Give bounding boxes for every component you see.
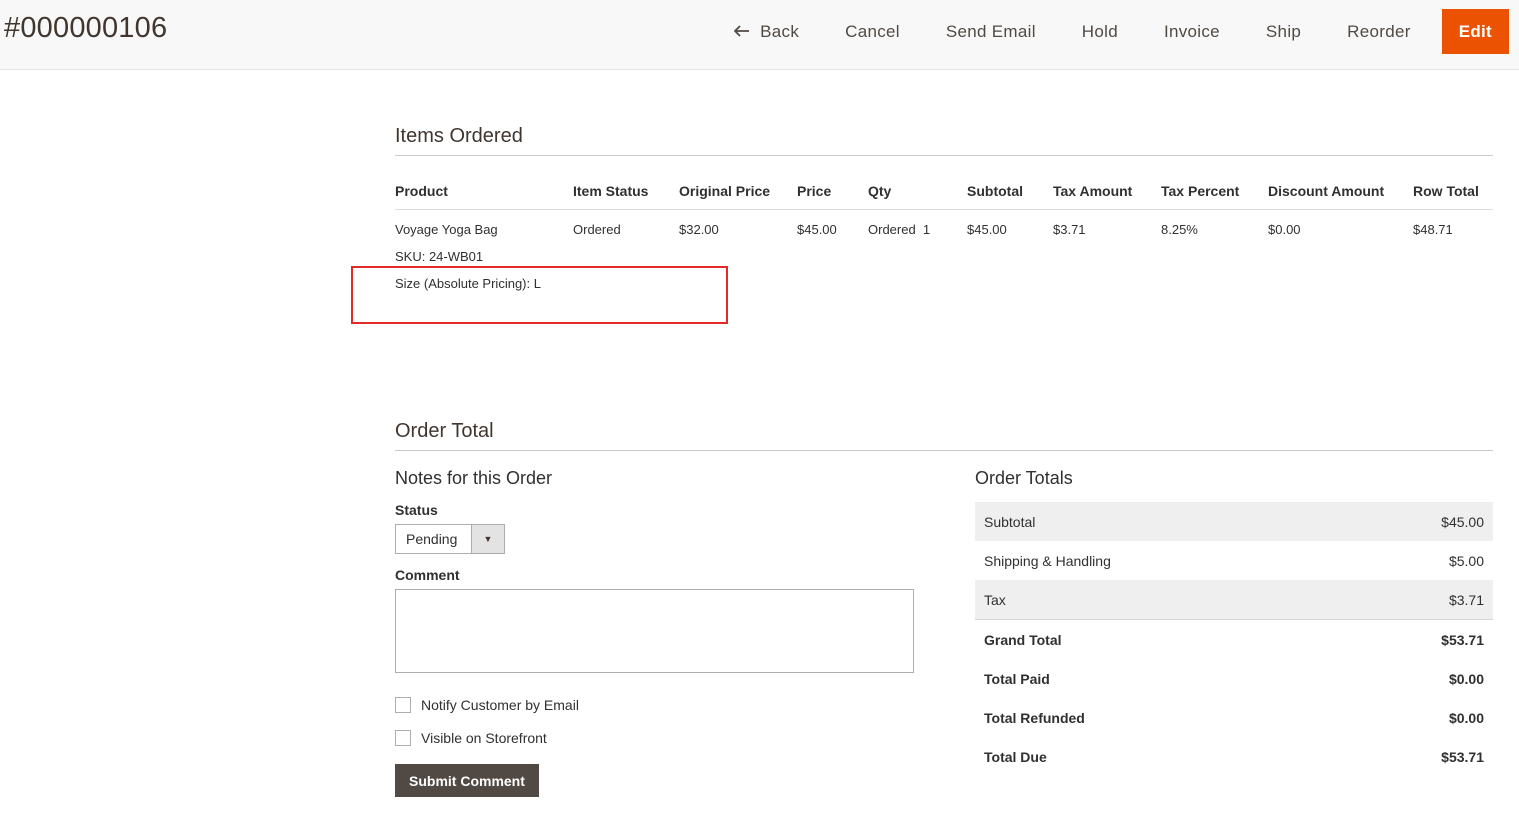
column-header: Tax Percent [1161, 182, 1240, 199]
totals-row-total-paid: Total Paid $0.00 [975, 659, 1493, 698]
column-header: Qty [868, 182, 892, 199]
totals-row-total-refunded: Total Refunded $0.00 [975, 698, 1493, 737]
totals-row-total-due: Total Due $53.71 [975, 737, 1493, 776]
submit-comment-button[interactable]: Submit Comment [395, 764, 539, 797]
column-header: Item Status [573, 182, 649, 199]
table-header: Product Item Status Original Price Price… [395, 172, 1493, 210]
totals-label: Total Due [984, 748, 1047, 765]
visible-storefront-checkbox[interactable] [395, 730, 411, 746]
page-title: #000000106 [4, 12, 168, 44]
column-header: Discount Amount [1268, 182, 1385, 199]
back-button[interactable]: Back [711, 9, 822, 54]
hold-button[interactable]: Hold [1059, 9, 1141, 54]
page-actions: Back Cancel Send Email Hold Invoice Ship… [711, 9, 1509, 54]
totals-label: Total Refunded [984, 709, 1085, 726]
notify-customer-label: Notify Customer by Email [421, 697, 579, 713]
totals-table: Subtotal $45.00 Shipping & Handling $5.0… [975, 502, 1493, 776]
cancel-button[interactable]: Cancel [822, 9, 923, 54]
totals-label: Total Paid [984, 670, 1050, 687]
comment-label: Comment [395, 567, 460, 583]
items-ordered-title: Items Ordered [395, 125, 1493, 156]
visible-storefront-label: Visible on Storefront [421, 730, 547, 746]
totals-value: $0.00 [1448, 670, 1484, 687]
tax-amount-cell: $3.71 [1053, 222, 1086, 237]
price-cell: $45.00 [797, 222, 837, 237]
totals-label: Shipping & Handling [984, 552, 1111, 569]
notes-title: Notes for this Order [395, 468, 553, 488]
totals-row-shipping: Shipping & Handling $5.00 [975, 541, 1493, 580]
column-header: Subtotal [967, 182, 1023, 199]
notify-customer-checkbox[interactable] [395, 697, 411, 713]
reorder-button[interactable]: Reorder [1324, 9, 1434, 54]
send-email-button[interactable]: Send Email [923, 9, 1059, 54]
totals-label: Subtotal [984, 513, 1036, 530]
totals-value: $53.71 [1441, 748, 1484, 765]
status-select[interactable]: Pending ▼ [395, 524, 505, 554]
arrow-left-icon [733, 21, 750, 42]
invoice-button[interactable]: Invoice [1141, 9, 1243, 54]
totals-title: Order Totals [975, 468, 1073, 488]
order-notes-section: Notes for this Order Status Pending ▼ Co… [395, 468, 915, 797]
column-header: Price [797, 182, 832, 199]
comment-textarea[interactable] [395, 589, 914, 673]
qty-cell: Ordered 1 [868, 222, 931, 237]
totals-row-tax: Tax $3.71 [975, 580, 1493, 619]
ship-button[interactable]: Ship [1243, 9, 1324, 54]
column-header: Tax Amount [1053, 182, 1133, 199]
highlight-annotation-box [351, 266, 728, 324]
totals-row-grand-total: Grand Total $53.71 [975, 620, 1493, 659]
subtotal-cell: $45.00 [967, 222, 1007, 237]
totals-label: Grand Total [984, 631, 1062, 648]
order-totals-section: Order Totals Subtotal $45.00 Shipping & … [975, 468, 1493, 776]
totals-value: $0.00 [1448, 709, 1484, 726]
page-header: #000000106 Back Cancel Send Email Hold I… [0, 0, 1519, 70]
column-header: Row Total [1413, 182, 1479, 199]
column-header: Product [395, 182, 448, 199]
totals-value: $45.00 [1441, 513, 1484, 530]
notify-customer-row: Notify Customer by Email [395, 697, 915, 713]
totals-row-subtotal: Subtotal $45.00 [975, 502, 1493, 541]
column-header: Original Price [679, 182, 771, 199]
totals-value: $53.71 [1441, 631, 1484, 648]
back-label: Back [760, 21, 800, 41]
product-name: Voyage Yoga Bag [395, 222, 498, 237]
totals-value: $3.71 [1448, 591, 1484, 608]
status-label: Status [395, 502, 438, 518]
status-select-value: Pending [406, 531, 458, 547]
discount-amount-cell: $0.00 [1268, 222, 1301, 237]
totals-label: Tax [984, 591, 1006, 608]
visible-storefront-row: Visible on Storefront [395, 730, 915, 746]
order-total-title: Order Total [395, 420, 1493, 451]
edit-button[interactable]: Edit [1441, 9, 1509, 54]
chevron-down-icon: ▼ [471, 525, 504, 553]
tax-percent-cell: 8.25% [1161, 222, 1198, 237]
product-sku: SKU: 24-WB01 [395, 249, 484, 264]
row-total-cell: $48.71 [1413, 222, 1453, 237]
totals-value: $5.00 [1448, 552, 1484, 569]
